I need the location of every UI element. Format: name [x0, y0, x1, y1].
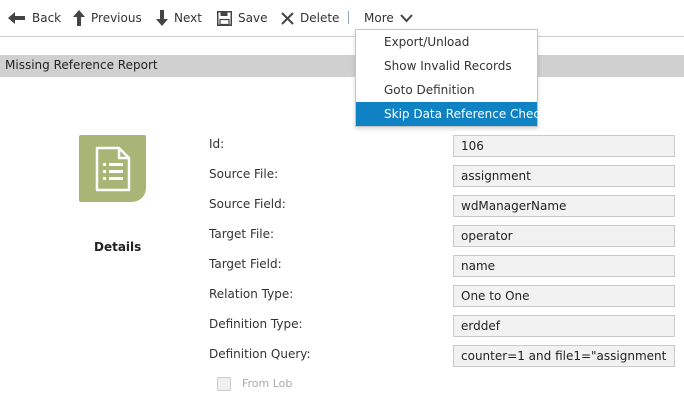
chevron-down-icon — [400, 13, 413, 22]
relation-type-label: Relation Type: — [209, 287, 294, 301]
definition-type-field[interactable] — [453, 315, 675, 337]
save-label: Save — [238, 11, 268, 25]
definition-query-field[interactable] — [453, 345, 675, 367]
next-button[interactable]: Next — [156, 8, 202, 28]
menu-item-goto-definition[interactable]: Goto Definition — [356, 78, 537, 102]
document-list-icon — [79, 135, 146, 202]
menu-item-show-invalid-records[interactable]: Show Invalid Records — [356, 54, 537, 78]
more-dropdown-menu: Export/Unload Show Invalid Records Goto … — [355, 29, 547, 127]
close-x-icon — [281, 11, 294, 25]
delete-label: Delete — [300, 11, 340, 25]
details-label: Details — [94, 240, 142, 254]
id-label: Id: — [209, 137, 225, 151]
menu-item-skip-data-reference-check[interactable]: Skip Data Reference Check — [356, 102, 547, 126]
source-file-field[interactable] — [453, 165, 675, 187]
definition-query-label: Definition Query: — [209, 347, 311, 361]
back-button[interactable]: Back — [8, 8, 61, 28]
source-file-label: Source File: — [209, 167, 279, 181]
source-field-label: Source Field: — [209, 197, 286, 211]
from-lob-checkbox[interactable] — [217, 377, 231, 391]
next-label: Next — [174, 11, 202, 25]
definition-type-label: Definition Type: — [209, 317, 303, 331]
arrow-down-icon — [156, 10, 168, 26]
toolbar: Back Previous Next Save Delete More — [0, 0, 684, 37]
target-field-field[interactable] — [453, 255, 675, 277]
back-arrow-icon — [8, 12, 25, 24]
relation-type-field[interactable] — [453, 285, 675, 307]
from-lob-label: From Lob — [242, 377, 293, 390]
save-disk-icon — [217, 10, 232, 26]
previous-label: Previous — [91, 11, 142, 25]
id-field[interactable] — [453, 135, 675, 157]
menu-item-export-unload[interactable]: Export/Unload — [356, 30, 537, 54]
previous-button[interactable]: Previous — [73, 8, 142, 28]
source-field-field[interactable] — [453, 195, 675, 217]
arrow-up-icon — [73, 10, 85, 26]
page-title: Missing Reference Report — [5, 58, 158, 72]
delete-button[interactable]: Delete — [281, 8, 339, 28]
back-label: Back — [32, 11, 62, 25]
more-label: More — [364, 11, 394, 25]
target-file-label: Target File: — [209, 227, 275, 241]
more-button[interactable]: More — [364, 8, 413, 28]
save-button[interactable]: Save — [217, 8, 267, 28]
target-file-field[interactable] — [453, 225, 675, 247]
toolbar-divider — [348, 11, 349, 24]
target-field-label: Target Field: — [209, 257, 282, 271]
